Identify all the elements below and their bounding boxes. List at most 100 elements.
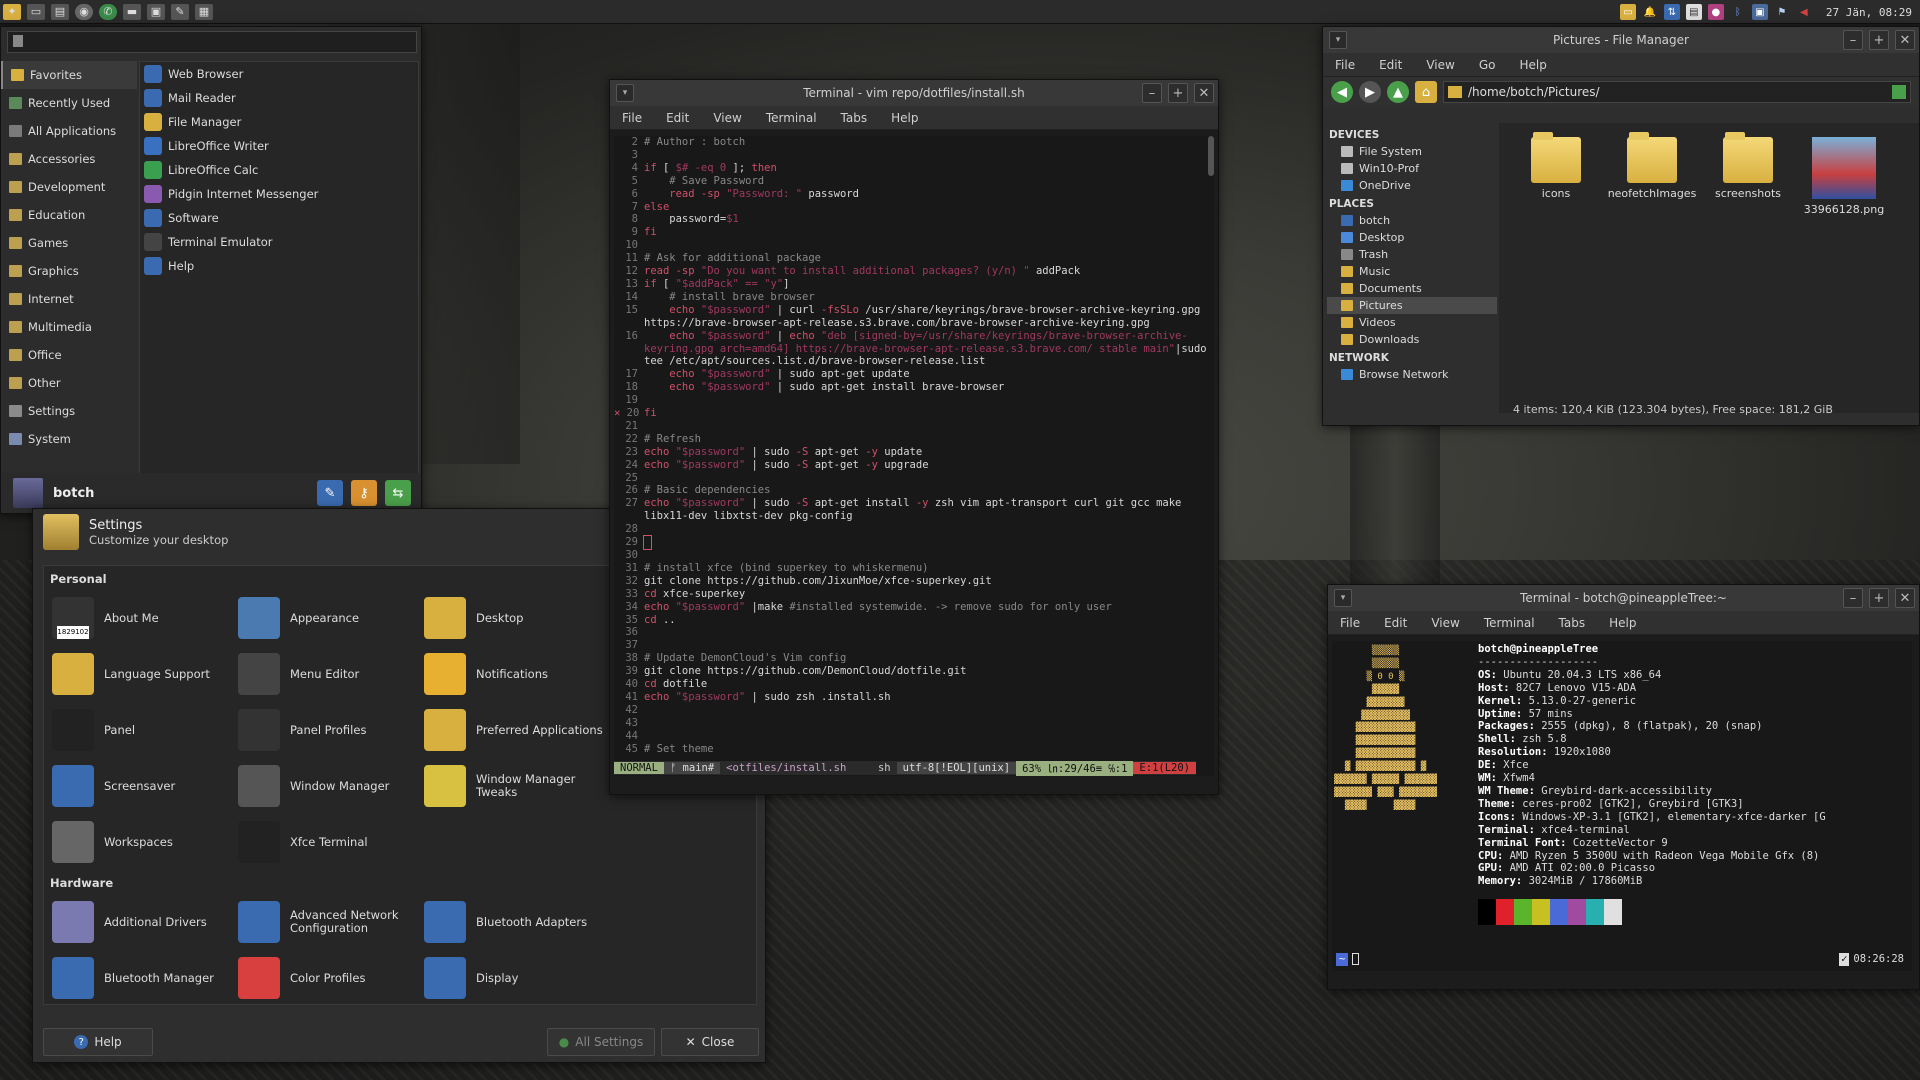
category-item[interactable]: Internet [1,285,137,313]
minimize-icon[interactable]: – [1142,83,1162,103]
category-item[interactable]: Development [1,173,137,201]
clock[interactable]: 27 Jän, 08:29 [1826,6,1912,19]
settings-manager-icon[interactable]: ✎ [317,480,343,506]
sidebar-item[interactable]: Trash [1327,246,1497,263]
sidebar-item[interactable]: Music [1327,263,1497,280]
avatar[interactable] [13,478,43,508]
sidebar-item[interactable]: Documents [1327,280,1497,297]
help-button[interactable]: ? Help [43,1028,153,1056]
menu-item[interactable]: Go [1467,58,1508,72]
screen-icon[interactable]: ▦ [195,3,213,20]
all-settings-button[interactable]: ● All Settings [547,1028,655,1056]
scrollbar[interactable] [1208,136,1214,176]
settings-item[interactable]: Xfce Terminal [238,814,424,870]
category-item[interactable]: Education [1,201,137,229]
settings-item[interactable]: Bluetooth Manager [52,950,238,1004]
network-tray-icon[interactable]: ⇅ [1663,4,1680,20]
category-item[interactable]: Games [1,229,137,257]
menu-item[interactable]: Help [1507,58,1558,72]
sidebar-item[interactable]: Browse Network [1327,366,1497,383]
lock-icon[interactable]: ⚷ [351,480,377,506]
files-icon[interactable]: ▤ [51,3,69,20]
settings-item[interactable]: Screensaver [52,758,238,814]
sidebar-item[interactable]: Videos [1327,314,1497,331]
close-button[interactable]: ✕ Close [661,1028,759,1056]
settings-item[interactable]: Panel [52,702,238,758]
minimize-icon[interactable]: – [1843,30,1863,50]
app-menu-icon[interactable]: ✦ [3,3,21,20]
menu-item[interactable]: View [701,111,753,125]
category-item[interactable]: Office [1,341,137,369]
sidebar-item[interactable]: Pictures [1327,297,1497,314]
titlebar[interactable]: ▾ Terminal - botch@pineappleTree:~ – + ✕ [1328,585,1919,611]
settings-item[interactable]: Bluetooth Adapters [424,894,610,950]
app-item[interactable]: LibreOffice Writer [140,134,418,158]
menu-item[interactable]: View [1414,58,1466,72]
menu-item[interactable]: Terminal [754,111,829,125]
category-item[interactable]: Other [1,369,137,397]
whatsapp-icon[interactable]: ✆ [99,3,117,20]
titlebar[interactable]: ▾ Terminal - vim repo/dotfiles/install.s… [610,80,1218,106]
app-item[interactable]: Software [140,206,418,230]
category-item[interactable]: Accessories [1,145,137,173]
close-icon[interactable]: ✕ [1895,588,1915,608]
window-menu-icon[interactable]: ▾ [1334,589,1352,607]
bell-icon[interactable]: 🔔 [1642,4,1658,20]
settings-item[interactable]: Window Manager [238,758,424,814]
app-item[interactable]: Terminal Emulator [140,230,418,254]
category-item[interactable]: All Applications [1,117,137,145]
app-item[interactable]: LibreOffice Calc [140,158,418,182]
volume-icon[interactable]: ◀ [1796,4,1812,20]
app-item[interactable]: Pidgin Internet Messenger [140,182,418,206]
settings-item[interactable]: Window Manager Tweaks [424,758,610,814]
sidebar-item[interactable]: botch [1327,212,1497,229]
category-item[interactable]: System [1,425,137,453]
switch-user-icon[interactable]: ⇆ [385,480,411,506]
editor-icon[interactable]: ✎ [171,3,189,20]
forward-icon[interactable]: ▶ [1359,81,1381,103]
settings-item[interactable]: 1829102 About Me [52,590,238,646]
location-bar[interactable]: /home/botch/Pictures/ [1443,81,1911,103]
folder-tray-icon[interactable]: ▭ [1619,4,1636,20]
file-item[interactable]: screenshots [1703,132,1793,200]
close-icon[interactable]: ✕ [1895,30,1915,50]
sidebar-item[interactable]: OneDrive [1327,177,1497,194]
sidebar-item[interactable]: Win10-Prof [1327,160,1497,177]
category-item[interactable]: Multimedia [1,313,137,341]
settings-item[interactable]: Preferred Applications [424,702,610,758]
app-item[interactable]: Mail Reader [140,86,418,110]
window-icon[interactable]: ▣ [147,3,165,20]
folder-icon[interactable]: ▭ [27,3,45,20]
browser-icon[interactable]: ◉ [75,3,93,20]
close-icon[interactable]: ✕ [1194,83,1214,103]
category-item[interactable]: Favorites [1,61,137,89]
display-tray-icon[interactable]: ▣ [1751,4,1768,20]
sidebar-item[interactable]: Desktop [1327,229,1497,246]
menu-item[interactable]: Tabs [1547,616,1598,630]
settings-item[interactable]: Additional Drivers [52,894,238,950]
settings-item[interactable]: Color Profiles [238,950,424,1004]
bluetooth-icon[interactable]: ᛒ [1730,4,1746,20]
settings-item[interactable]: Advanced Network Configuration [238,894,424,950]
search-input[interactable] [7,31,417,53]
maximize-icon[interactable]: + [1168,83,1188,103]
sidebar-item[interactable]: File System [1327,143,1497,160]
category-item[interactable]: Graphics [1,257,137,285]
settings-item[interactable]: Panel Profiles [238,702,424,758]
settings-item[interactable]: Language Support [52,646,238,702]
menu-item[interactable]: File [1328,616,1372,630]
chat-tray-icon[interactable]: ● [1707,4,1724,20]
menu-item[interactable]: Help [1597,616,1648,630]
settings-item[interactable]: Desktop [424,590,610,646]
file-item[interactable]: icons [1511,132,1601,200]
menu-item[interactable]: Terminal [1472,616,1547,630]
category-item[interactable]: Recently Used [1,89,137,117]
menu-item[interactable]: Edit [654,111,701,125]
menu-item[interactable]: File [1323,58,1367,72]
update-tray-icon[interactable]: ⚑ [1774,4,1790,20]
file-item[interactable]: neofetchImages [1607,132,1697,200]
settings-item[interactable]: Notifications [424,646,610,702]
sidebar-item[interactable]: Downloads [1327,331,1497,348]
vim-buffer[interactable]: 2 # Author : botch 3 4 if [ $# -eq 0 ]; th… [614,136,1214,776]
back-icon[interactable]: ◀ [1331,81,1353,103]
